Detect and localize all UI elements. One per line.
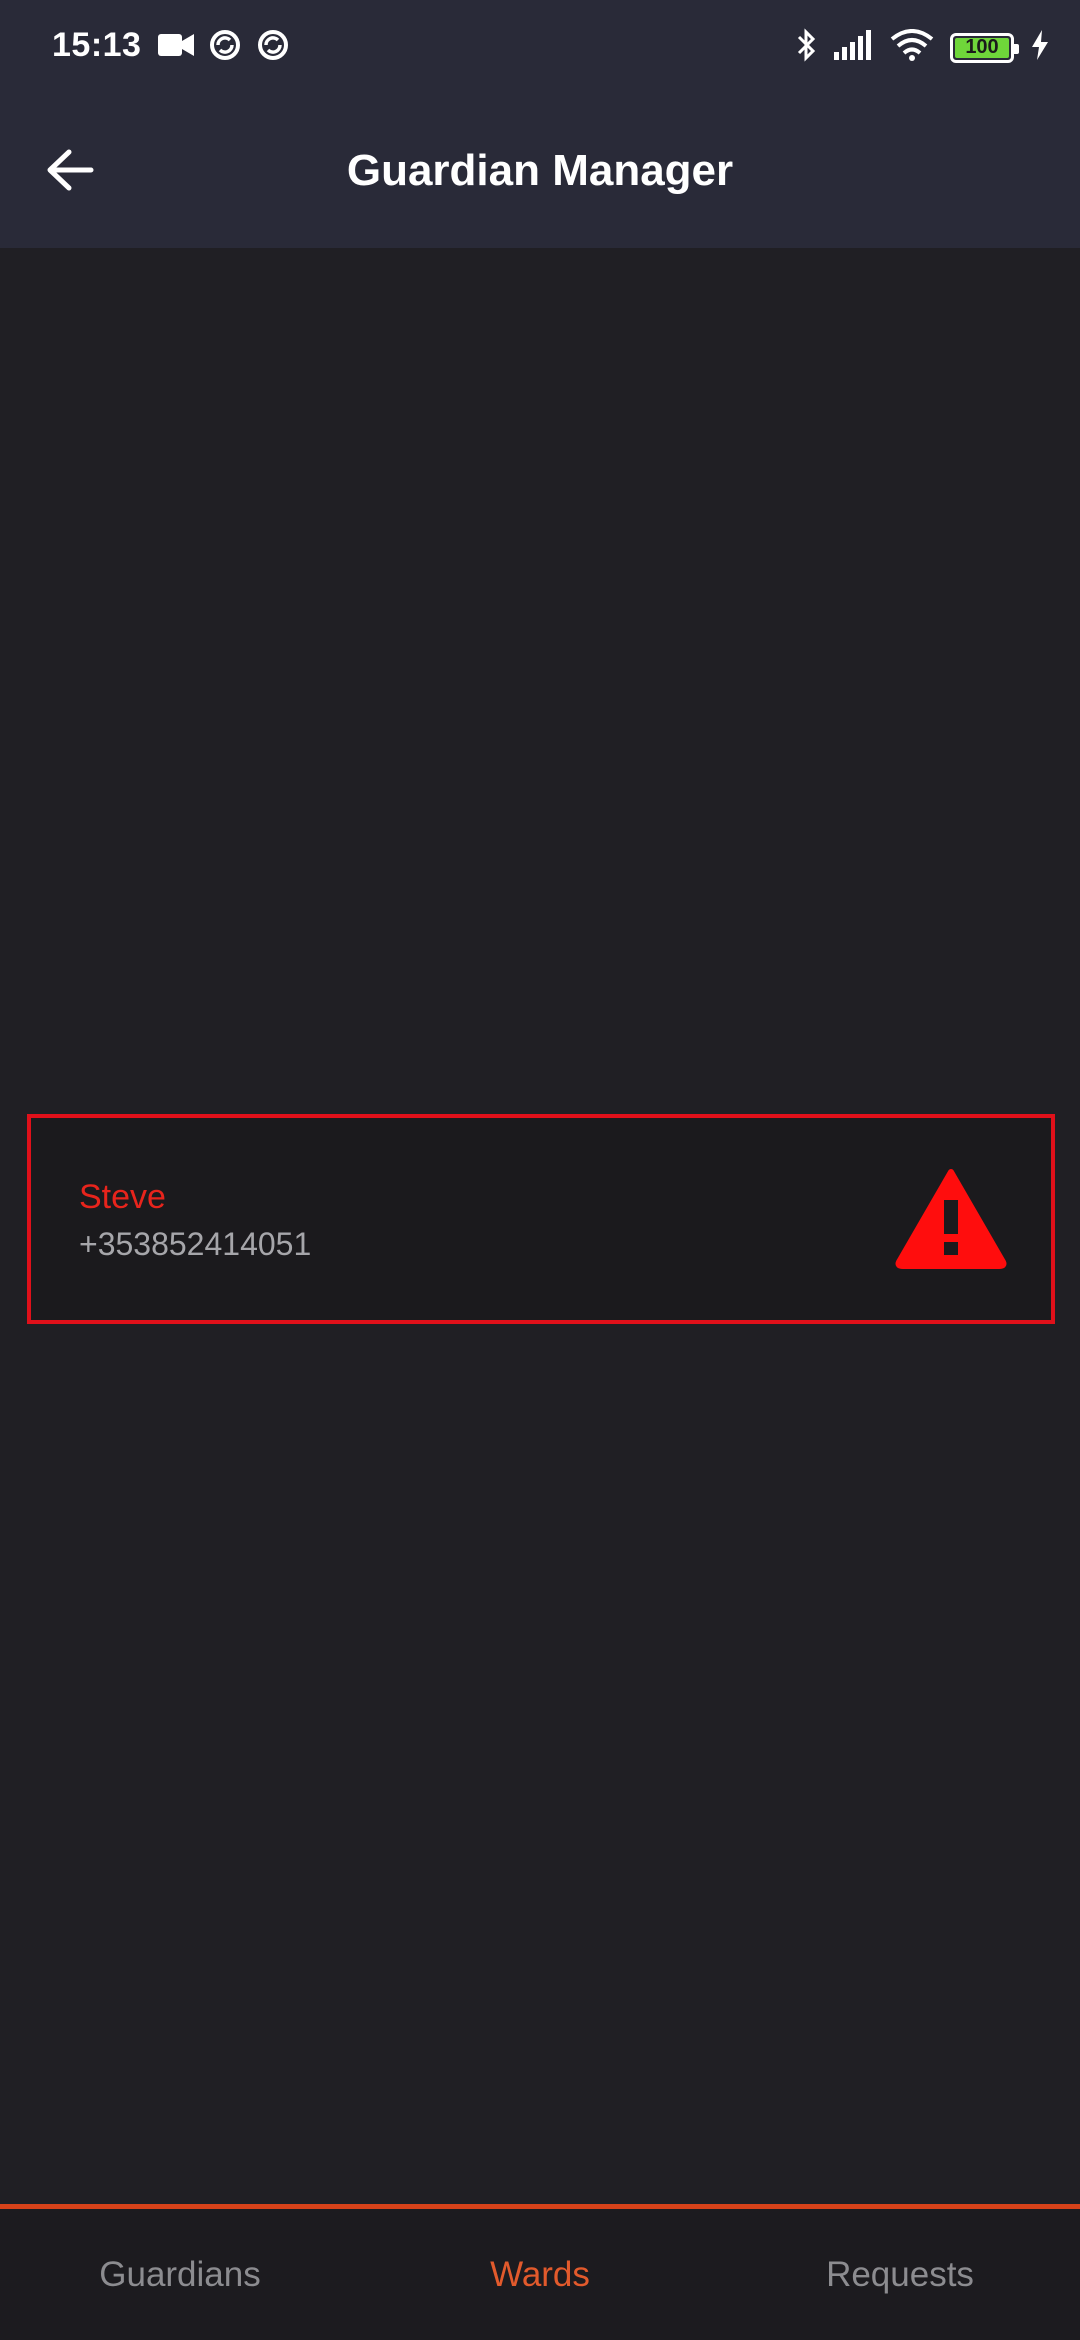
ward-phone: +353852414051	[79, 1226, 312, 1262]
tab-guardians[interactable]: Guardians	[0, 2209, 360, 2340]
status-left-icons	[158, 28, 290, 67]
wifi-icon	[890, 29, 934, 66]
bluetooth-icon	[796, 28, 818, 67]
wards-list: Steve +353852414051	[0, 248, 1080, 2206]
warning-triangle-icon	[893, 1166, 1009, 1270]
ward-list-item[interactable]: Steve +353852414051	[27, 1114, 1055, 1324]
tab-requests[interactable]: Requests	[720, 2209, 1080, 2340]
page-title: Guardian Manager	[346, 146, 734, 195]
status-bar: 15:13 100	[0, 0, 1080, 96]
sync-icon	[208, 28, 242, 67]
app-bar: Guardian Manager	[0, 96, 1080, 248]
ward-name: Steve	[79, 1178, 166, 1216]
video-camera-icon	[158, 32, 194, 63]
sync-icon	[256, 28, 290, 67]
status-time: 15:13	[52, 26, 142, 64]
bottom-navigation: Guardians Wards Requests	[0, 2209, 1080, 2340]
battery-icon: 100	[950, 32, 1019, 63]
tab-wards[interactable]: Wards	[360, 2209, 720, 2340]
signal-icon	[834, 30, 874, 65]
battery-level: 100	[965, 36, 999, 58]
charging-icon	[1030, 30, 1050, 65]
status-right-icons: 100	[796, 28, 1050, 67]
